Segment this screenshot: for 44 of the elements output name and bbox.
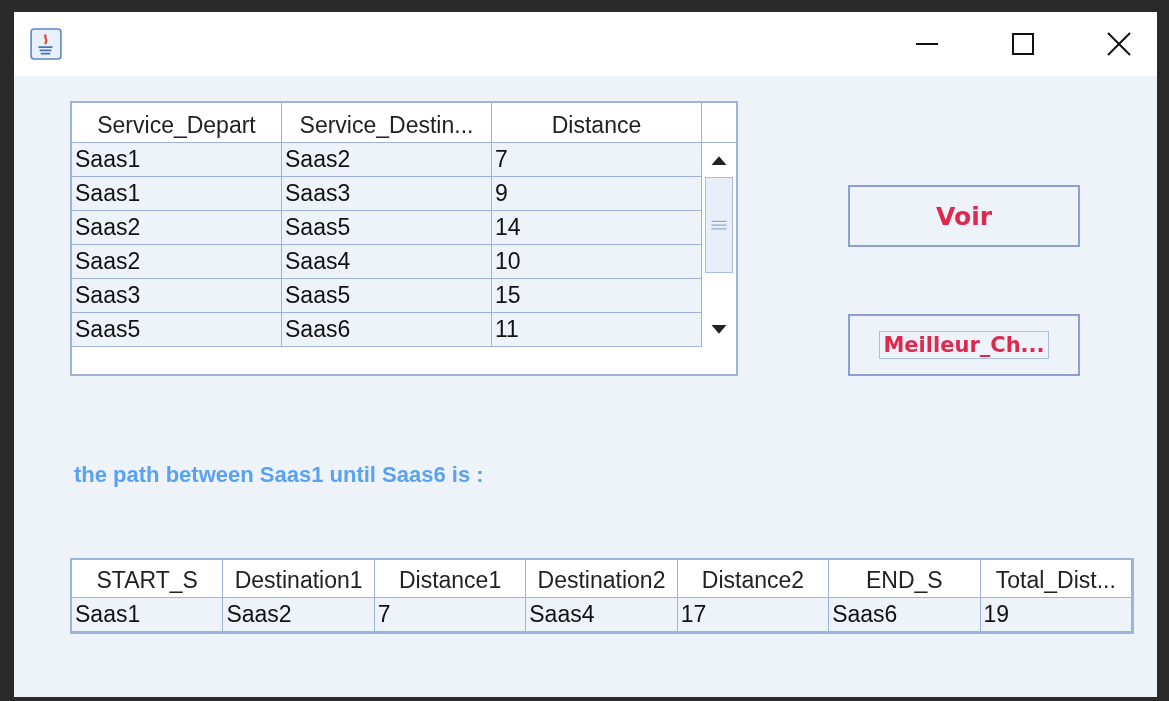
action-button[interactable]: Voir — [848, 185, 1080, 247]
scroll-down-icon[interactable] — [711, 325, 727, 335]
path-label: the path between Saas1 until Saas6 is : — [74, 462, 485, 488]
action-button[interactable]: Meilleur_Ch... — [848, 314, 1080, 376]
close-icon[interactable] — [1107, 32, 1131, 56]
table-cell: Saas3 — [72, 279, 282, 313]
table-cell: Saas1 — [72, 598, 224, 632]
column-header[interactable]: Total_Dist... — [980, 560, 1132, 598]
column-header[interactable]: START_S — [72, 560, 224, 598]
table-cell: Saas6 — [829, 598, 981, 632]
table-cell: 19 — [980, 598, 1132, 632]
maximize-icon[interactable] — [1011, 32, 1035, 56]
table-cell: 11 — [492, 313, 702, 347]
table-cell: 14 — [492, 211, 702, 245]
table-cell: 10 — [492, 245, 702, 279]
table-cell: Saas6 — [282, 313, 492, 347]
column-header[interactable]: Distance1 — [374, 560, 527, 598]
table-cell: Saas5 — [282, 211, 492, 245]
column-header[interactable]: Destination2 — [526, 560, 678, 598]
table-cell: Saas5 — [72, 313, 282, 347]
table-cell: 7 — [492, 143, 702, 177]
column-header[interactable]: Distance2 — [677, 560, 830, 598]
table-cell: 9 — [492, 177, 702, 211]
column-header[interactable]: Service_Depart — [72, 103, 282, 143]
table-cell: Saas2 — [72, 211, 282, 245]
table-cell: Saas1 — [72, 177, 282, 211]
scroll-thumb[interactable] — [705, 177, 733, 273]
table-cell: Saas3 — [282, 177, 492, 211]
table-cell: Saas2 — [72, 245, 282, 279]
table-cell: Saas1 — [72, 143, 282, 177]
column-header[interactable]: Distance — [492, 103, 702, 143]
table-cell: Saas4 — [282, 245, 492, 279]
table-cell: 7 — [374, 598, 527, 632]
column-header[interactable]: Destination1 — [223, 560, 375, 598]
table-cell: Saas2 — [223, 598, 375, 632]
table-cell: 17 — [677, 598, 830, 632]
column-header[interactable]: END_S — [829, 560, 981, 598]
table-cell: Saas4 — [526, 598, 678, 632]
table-cell: 15 — [492, 279, 702, 313]
table-cell: Saas2 — [282, 143, 492, 177]
scroll-up-icon[interactable] — [711, 155, 727, 165]
java-icon — [30, 28, 62, 60]
column-header[interactable]: Service_Destin... — [282, 103, 492, 143]
table-cell: Saas5 — [282, 279, 492, 313]
